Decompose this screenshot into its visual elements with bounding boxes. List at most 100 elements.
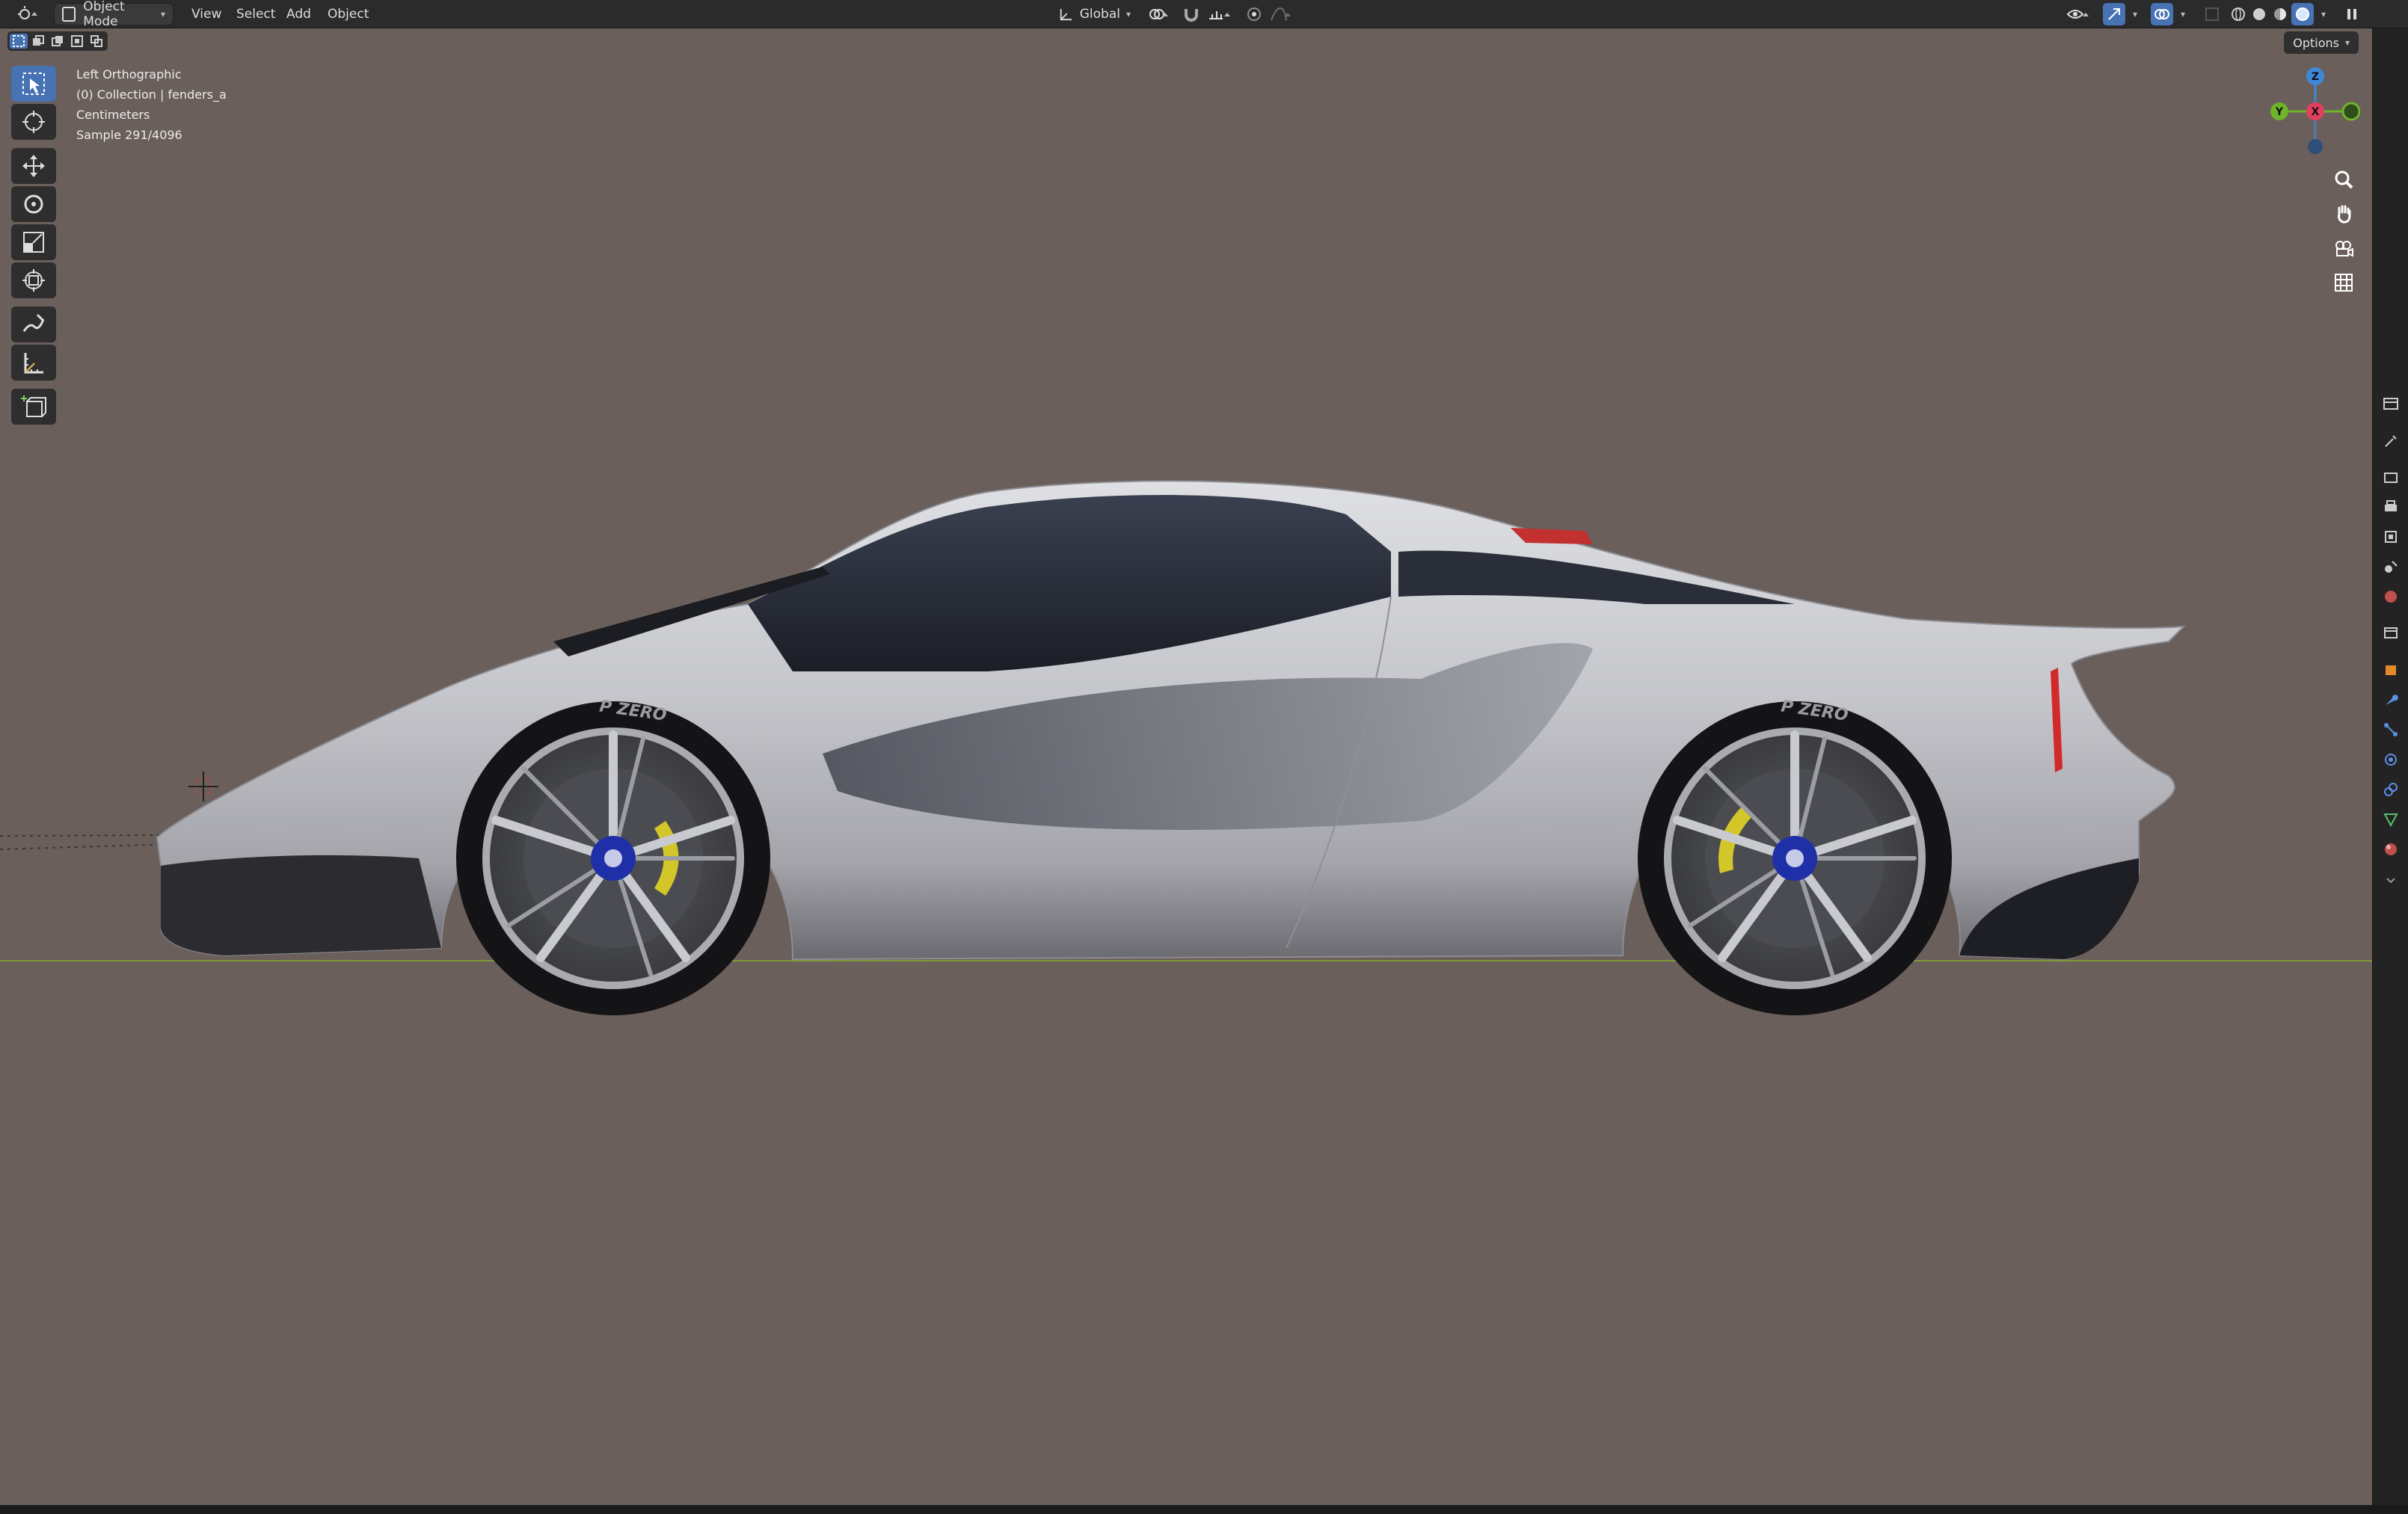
axis-neg-z-handle[interactable] (2308, 139, 2323, 154)
chevron-down-icon: ▾ (160, 9, 165, 19)
chevron-down-icon (2386, 878, 2395, 884)
proportional-editing-toggle[interactable] (1243, 3, 1265, 25)
tab-scene[interactable] (2382, 558, 2400, 576)
select-subtract-icon (52, 36, 63, 46)
chevron-down-icon: ▾ (2321, 9, 2326, 19)
material-ball-icon (2385, 843, 2397, 855)
tab-collection[interactable] (2382, 624, 2400, 641)
select-intersect-button[interactable] (87, 34, 105, 49)
snap-toggle[interactable] (1179, 3, 1204, 25)
select-box-icon (22, 73, 45, 95)
tab-material[interactable] (2382, 840, 2400, 858)
tool-transform[interactable] (11, 262, 56, 298)
collection-info: (0) Collection | fenders_a (76, 87, 227, 102)
tab-render[interactable] (2382, 468, 2400, 486)
tab-output[interactable] (2382, 498, 2400, 516)
tab-data[interactable] (2382, 810, 2400, 828)
zoom-button[interactable] (2327, 163, 2360, 196)
tab-active-tool[interactable] (2382, 432, 2400, 450)
properties-tab-strip (2372, 28, 2408, 1505)
scene-icon (2385, 561, 2398, 573)
scale-icon (23, 232, 44, 253)
viewport-info-overlay: Left Orthographic (0) Collection | fende… (76, 64, 227, 145)
world-icon (2385, 591, 2397, 603)
tool-scale[interactable] (11, 224, 56, 260)
menu-object[interactable]: Object (320, 3, 376, 25)
snap-target-dropdown[interactable] (1204, 3, 1238, 25)
falloff-dropdown[interactable] (1267, 3, 1297, 25)
select-extend-button[interactable] (29, 34, 47, 49)
tool-rotate[interactable] (11, 186, 56, 222)
shading-solid-button[interactable] (2249, 3, 2269, 25)
tab-object[interactable] (2382, 661, 2400, 679)
select-subtract-button[interactable] (49, 34, 67, 49)
annotate-icon (22, 313, 45, 332)
grid-icon (2335, 274, 2353, 292)
xray-toggle[interactable] (2202, 3, 2223, 25)
editor-type-button[interactable] (10, 3, 48, 25)
tabs-more[interactable] (2382, 872, 2400, 890)
pan-hand-icon (2338, 205, 2351, 224)
printer-icon (2385, 500, 2397, 511)
shading-material-button[interactable] (2270, 3, 2290, 25)
shading-dropdown[interactable]: ▾ (2315, 3, 2332, 25)
front-splitter (161, 855, 441, 956)
gizmo-dropdown[interactable]: ▾ (2127, 3, 2143, 25)
solid-sphere-icon (2253, 8, 2265, 20)
select-invert-button[interactable] (68, 34, 86, 49)
measure-icon (24, 353, 43, 374)
mode-dropdown[interactable]: Object Mode ▾ (54, 0, 173, 29)
object-mode-icon (62, 7, 76, 22)
overlays-dropdown[interactable]: ▾ (2175, 3, 2191, 25)
gizmo-arrow-icon (2108, 8, 2120, 20)
tool-cursor[interactable] (11, 104, 56, 140)
axis-neg-y-handle[interactable] (2341, 102, 2360, 121)
camera-view-button[interactable] (2327, 232, 2360, 265)
pause-render-button[interactable] (2339, 3, 2365, 25)
chevron-down-icon: ▾ (2180, 9, 2186, 19)
render-sample-count: Sample 291/4096 (76, 128, 182, 142)
select-new-button[interactable] (10, 34, 28, 49)
visibility-dropdown[interactable] (2063, 3, 2095, 25)
add-cube-icon (21, 396, 46, 417)
shading-rendered-button[interactable] (2291, 3, 2314, 25)
tool-annotate[interactable] (11, 307, 56, 342)
gizmo-toggle[interactable] (2103, 3, 2125, 25)
tool-measure[interactable] (11, 345, 56, 381)
tool-move[interactable] (11, 148, 56, 184)
3d-viewport[interactable]: P ZERO P ZERO Left Orthographic (0) Coll… (0, 28, 2372, 1505)
menu-add[interactable]: Add (279, 3, 319, 25)
xray-icon (2205, 7, 2219, 21)
navigation-gizmo[interactable]: Z Y X (2270, 63, 2360, 160)
snap-increment-icon (1209, 11, 1230, 19)
tab-modifiers[interactable] (2382, 691, 2400, 709)
tool-shelf (10, 66, 57, 427)
transform-orientation-dropdown[interactable]: Global ▾ (1051, 3, 1138, 25)
chevron-down-icon: ▾ (2132, 9, 2138, 19)
pivot-point-button[interactable] (1144, 3, 1174, 25)
tab-constraints[interactable] (2382, 781, 2400, 798)
particles-icon (2384, 723, 2398, 736)
menu-select[interactable]: Select (229, 3, 283, 25)
select-new-icon (13, 35, 25, 47)
view-layer-icon (2385, 531, 2397, 543)
toggle-perspective-button[interactable] (2327, 266, 2360, 299)
menu-view[interactable]: View (184, 3, 229, 25)
chevron-down-icon: ▾ (2344, 37, 2350, 48)
tab-view-layer[interactable] (2382, 528, 2400, 546)
tool-select-box[interactable] (11, 66, 56, 102)
overlay-circles-icon (2154, 9, 2169, 19)
collection-box-icon (2384, 627, 2398, 638)
overlays-toggle[interactable] (2151, 3, 2173, 25)
options-dropdown[interactable]: Options ▾ (2284, 31, 2359, 54)
tab-particles[interactable] (2382, 721, 2400, 739)
tab-physics[interactable] (2382, 751, 2400, 769)
wrench-screwdriver-icon (2385, 435, 2397, 447)
rotate-icon (24, 194, 43, 214)
tab-tool[interactable] (2382, 395, 2400, 413)
shading-wireframe-button[interactable] (2229, 3, 2248, 25)
tab-world[interactable] (2382, 588, 2400, 606)
selection-mode-group (7, 31, 108, 51)
pan-button[interactable] (2327, 197, 2360, 230)
tool-add-cube[interactable] (11, 389, 56, 425)
